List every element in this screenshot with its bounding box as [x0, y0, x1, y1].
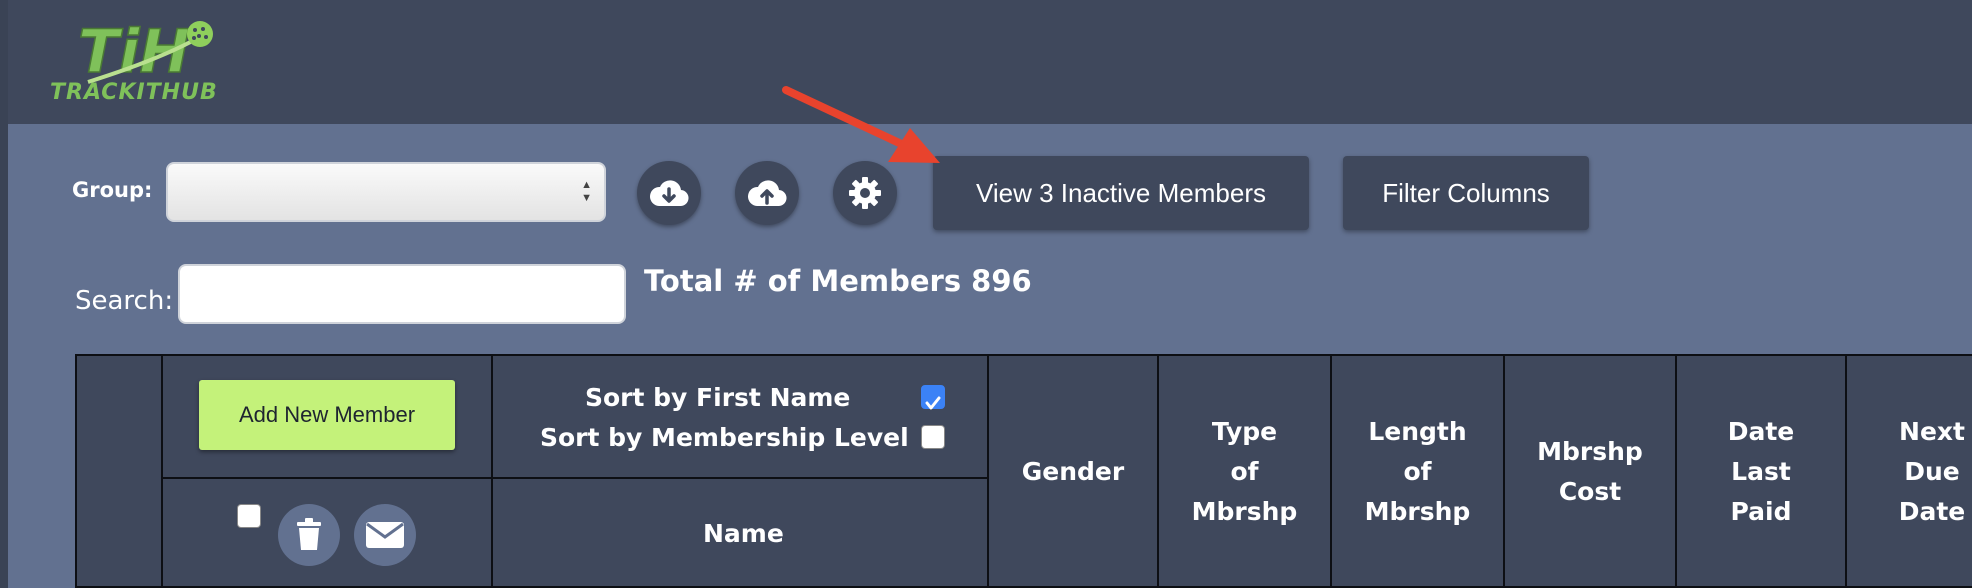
members-table: Add New Member Sort by First Name Sort b… — [75, 354, 1972, 588]
type-label-line-3: Mbrshp — [1191, 497, 1298, 526]
sort-membership-checkbox[interactable] — [921, 425, 945, 449]
settings-button[interactable] — [833, 161, 897, 225]
next-due-label-line-2: Due — [1904, 457, 1960, 486]
length-label-line-2: of — [1403, 457, 1432, 486]
next-due-label-line-1: Next — [1899, 417, 1965, 446]
type-label-line-2: of — [1230, 457, 1259, 486]
logo-wordmark: TRACKITHUB — [50, 80, 218, 105]
app-header: TiH TRACKITHUB — [8, 0, 1972, 124]
cloud-upload-icon — [747, 180, 787, 207]
group-select[interactable]: ▲ ▼ — [166, 162, 606, 222]
view-inactive-members-button[interactable]: View 3 Inactive Members — [933, 156, 1309, 230]
total-members-count: Total # of Members 896 — [644, 264, 1032, 298]
trash-icon — [297, 518, 321, 550]
envelope-icon — [366, 522, 404, 548]
last-paid-label-line-3: Paid — [1730, 497, 1792, 526]
search-label: Search: — [75, 286, 174, 316]
type-column-header[interactable]: Type of Mbrshp — [1159, 356, 1332, 588]
next-due-label-line-3: Date — [1898, 497, 1966, 526]
sort-first-name-checkbox[interactable] — [921, 385, 945, 410]
table-row-handle-column — [77, 356, 163, 588]
name-divider — [493, 477, 989, 479]
cost-label-line-2: Cost — [1558, 477, 1622, 506]
gender-column-header[interactable]: Gender — [989, 356, 1159, 588]
filter-columns-button[interactable]: Filter Columns — [1343, 156, 1589, 230]
last-paid-label-line-2: Last — [1731, 457, 1791, 486]
cloud-download-icon — [649, 180, 689, 207]
annotation-arrow-icon — [782, 86, 940, 163]
last-paid-label-line-1: Date — [1727, 417, 1795, 446]
last-paid-column-header[interactable]: Date Last Paid — [1677, 356, 1847, 588]
group-label: Group: — [72, 178, 153, 202]
next-due-column-header[interactable]: Next Due Date — [1847, 356, 1972, 588]
cost-label-line-1: Mbrshp — [1537, 437, 1643, 466]
cost-column-header[interactable]: Mbrshp Cost — [1505, 356, 1677, 588]
download-button[interactable] — [637, 161, 701, 225]
search-input[interactable] — [178, 264, 626, 324]
select-all-checkbox[interactable] — [237, 504, 261, 528]
checkmark-icon — [925, 396, 941, 410]
left-edge-strip — [0, 0, 8, 588]
length-label-line-1: Length — [1368, 417, 1467, 446]
name-column-header[interactable]: Name — [703, 514, 784, 554]
length-label-line-3: Mbrshp — [1364, 497, 1471, 526]
gender-label: Gender — [1021, 457, 1125, 486]
add-new-member-button[interactable]: Add New Member — [199, 380, 455, 450]
gear-icon — [849, 177, 881, 209]
sort-first-name-label: Sort by First Name — [585, 383, 851, 412]
actions-divider — [163, 477, 493, 479]
delete-button[interactable] — [278, 504, 340, 566]
actions-column: Add New Member — [163, 356, 493, 588]
name-column: Sort by First Name Sort by Membership Le… — [493, 356, 989, 588]
select-arrows-icon: ▲ ▼ — [581, 179, 592, 204]
type-label-line-1: Type — [1211, 417, 1278, 446]
email-button[interactable] — [354, 504, 416, 566]
sort-membership-label: Sort by Membership Level — [540, 423, 909, 452]
length-column-header[interactable]: Length of Mbrshp — [1332, 356, 1505, 588]
upload-button[interactable] — [735, 161, 799, 225]
